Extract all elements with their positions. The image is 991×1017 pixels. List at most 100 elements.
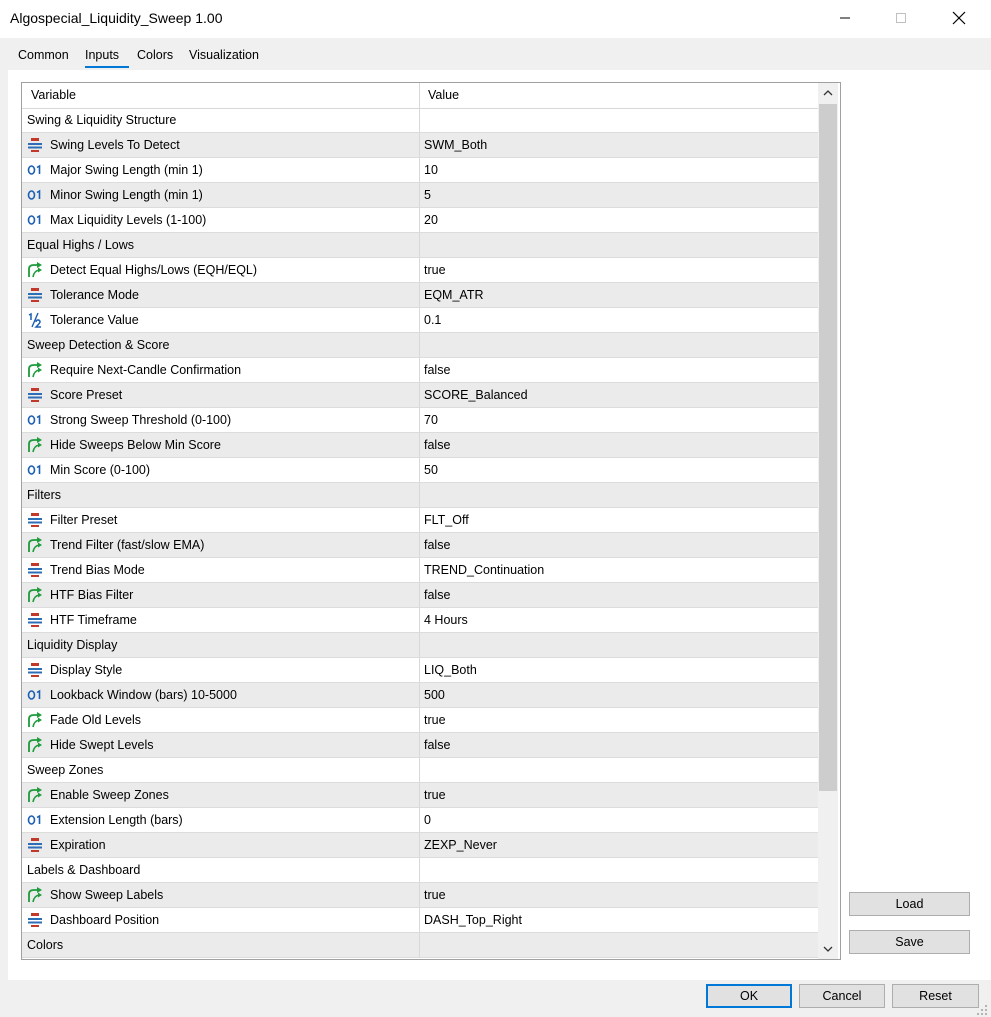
value-cell[interactable]: 4 Hours <box>424 608 468 632</box>
value-cell[interactable]: SCORE_Balanced <box>424 383 528 407</box>
variable-cell: Min Score (0-100) <box>22 458 420 482</box>
variable-cell: Tolerance Mode <box>22 283 420 307</box>
value-cell[interactable]: 70 <box>424 408 438 432</box>
param-row[interactable]: HTF Bias Filter false <box>22 583 818 608</box>
param-row[interactable]: Hide Sweeps Below Min Score false <box>22 433 818 458</box>
close-button[interactable] <box>936 0 982 36</box>
tab-common[interactable]: Common <box>18 48 69 62</box>
value-cell[interactable]: ZEXP_Never <box>424 833 497 857</box>
param-row[interactable]: Lookback Window (bars) 10-5000 500 <box>22 683 818 708</box>
variable-label: Expiration <box>50 838 106 852</box>
scroll-down-button[interactable] <box>818 939 838 959</box>
param-row[interactable]: Filter Preset FLT_Off <box>22 508 818 533</box>
group-label: Filters <box>27 488 62 502</box>
value-cell[interactable]: 500 <box>424 683 445 707</box>
variable-label: Min Score (0-100) <box>50 463 151 477</box>
close-icon <box>952 11 966 25</box>
tab-inputs[interactable]: Inputs <box>85 48 119 62</box>
bool-icon <box>27 712 43 728</box>
group-row[interactable]: Sweep Zones <box>22 758 818 783</box>
variable-cell: Equal Highs / Lows <box>22 233 420 257</box>
param-row[interactable]: Show Sweep Labels true <box>22 883 818 908</box>
resize-grip-icon[interactable] <box>976 1004 988 1016</box>
param-row[interactable]: Require Next-Candle Confirmation false <box>22 358 818 383</box>
tab-colors[interactable]: Colors <box>137 48 173 62</box>
param-row[interactable]: Strong Sweep Threshold (0-100) 70 <box>22 408 818 433</box>
value-cell[interactable]: 0 <box>424 808 431 832</box>
group-row[interactable]: Swing & Liquidity Structure <box>22 108 818 133</box>
group-label: Sweep Detection & Score <box>27 338 170 352</box>
param-row[interactable]: Min Score (0-100) 50 <box>22 458 818 483</box>
param-row[interactable]: Fade Old Levels true <box>22 708 818 733</box>
variable-cell: Hide Swept Levels <box>22 733 420 757</box>
variable-cell: HTF Timeframe <box>22 608 420 632</box>
minimize-button[interactable] <box>822 0 868 36</box>
param-row[interactable]: Tolerance Mode EQM_ATR <box>22 283 818 308</box>
tab-visualization[interactable]: Visualization <box>189 48 259 62</box>
scrollbar-thumb[interactable] <box>819 104 837 791</box>
value-cell[interactable]: true <box>424 708 446 732</box>
value-cell[interactable]: 0.1 <box>424 308 441 332</box>
param-row[interactable]: Detect Equal Highs/Lows (EQH/EQL) true <box>22 258 818 283</box>
param-row[interactable]: Display Style LIQ_Both <box>22 658 818 683</box>
param-row[interactable]: Expiration ZEXP_Never <box>22 833 818 858</box>
group-row[interactable]: Filters <box>22 483 818 508</box>
reset-button[interactable]: Reset <box>892 984 979 1008</box>
variable-label: Swing Levels To Detect <box>50 138 180 152</box>
param-row[interactable]: Hide Swept Levels false <box>22 733 818 758</box>
param-row[interactable]: Extension Length (bars) 0 <box>22 808 818 833</box>
param-row[interactable]: Swing Levels To Detect SWM_Both <box>22 133 818 158</box>
value-cell[interactable]: 10 <box>424 158 438 182</box>
value-cell[interactable]: SWM_Both <box>424 133 487 157</box>
value-cell[interactable]: TREND_Continuation <box>424 558 544 582</box>
group-row[interactable]: Sweep Detection & Score <box>22 333 818 358</box>
param-row[interactable]: Enable Sweep Zones true <box>22 783 818 808</box>
column-header-variable[interactable]: Variable <box>22 83 420 108</box>
integer-icon <box>27 162 43 178</box>
value-cell[interactable]: false <box>424 733 450 757</box>
param-row[interactable]: Max Liquidity Levels (1-100) 20 <box>22 208 818 233</box>
param-row[interactable]: Tolerance Value 0.1 <box>22 308 818 333</box>
value-cell[interactable]: false <box>424 433 450 457</box>
param-row[interactable]: Dashboard Position DASH_Top_Right <box>22 908 818 933</box>
maximize-button[interactable] <box>878 0 924 36</box>
param-row[interactable]: Score Preset SCORE_Balanced <box>22 383 818 408</box>
value-cell[interactable]: false <box>424 358 450 382</box>
variable-label: Lookback Window (bars) 10-5000 <box>50 688 237 702</box>
window-title: Algospecial_Liquidity_Sweep 1.00 <box>10 10 223 26</box>
group-row[interactable]: Labels & Dashboard <box>22 858 818 883</box>
group-row[interactable]: Liquidity Display <box>22 633 818 658</box>
value-cell[interactable]: 20 <box>424 208 438 232</box>
param-row[interactable]: Trend Filter (fast/slow EMA) false <box>22 533 818 558</box>
param-row[interactable]: HTF Timeframe 4 Hours <box>22 608 818 633</box>
param-row[interactable]: Major Swing Length (min 1) 10 <box>22 158 818 183</box>
value-cell[interactable]: LIQ_Both <box>424 658 477 682</box>
param-row[interactable]: Trend Bias Mode TREND_Continuation <box>22 558 818 583</box>
value-cell[interactable]: EQM_ATR <box>424 283 484 307</box>
value-cell[interactable]: false <box>424 583 450 607</box>
value-cell[interactable]: true <box>424 883 446 907</box>
ok-button[interactable]: OK <box>706 984 792 1008</box>
value-cell[interactable]: 5 <box>424 183 431 207</box>
cancel-button[interactable]: Cancel <box>799 984 885 1008</box>
scroll-up-button[interactable] <box>818 83 838 103</box>
group-row[interactable]: Colors <box>22 933 818 958</box>
load-button[interactable]: Load <box>849 892 970 916</box>
value-cell[interactable]: 50 <box>424 458 438 482</box>
variable-label: Extension Length (bars) <box>50 813 183 827</box>
value-cell[interactable]: FLT_Off <box>424 508 469 532</box>
value-cell[interactable]: true <box>424 258 446 282</box>
vertical-scrollbar[interactable] <box>818 83 838 959</box>
variable-cell: Colors <box>22 933 420 957</box>
variable-cell: Extension Length (bars) <box>22 808 420 832</box>
column-header-value[interactable]: Value <box>420 83 808 108</box>
value-cell[interactable]: false <box>424 533 450 557</box>
param-row[interactable]: Minor Swing Length (min 1) 5 <box>22 183 818 208</box>
integer-icon <box>27 212 43 228</box>
group-row[interactable]: Equal Highs / Lows <box>22 233 818 258</box>
save-button[interactable]: Save <box>849 930 970 954</box>
value-cell[interactable]: true <box>424 783 446 807</box>
enum-icon <box>27 612 43 628</box>
group-label: Equal Highs / Lows <box>27 238 135 252</box>
value-cell[interactable]: DASH_Top_Right <box>424 908 522 932</box>
